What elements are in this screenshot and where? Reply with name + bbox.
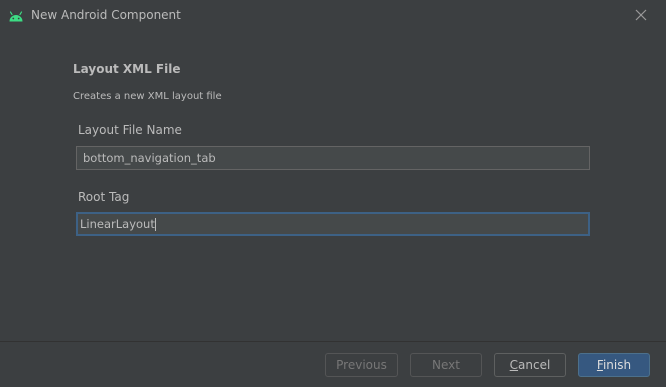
root-tag-value: LinearLayout [80, 217, 155, 231]
layout-file-name-input[interactable]: bottom_navigation_tab [76, 146, 590, 170]
dialog-footer: Previous Next Cancel Finish [0, 341, 666, 387]
window-title: New Android Component [31, 8, 181, 22]
cancel-button[interactable]: Cancel [494, 353, 566, 377]
text-caret [154, 218, 156, 231]
layout-file-name-value: bottom_navigation_tab [83, 151, 216, 165]
dialog-window: New Android Component Layout XML File Cr… [0, 0, 666, 387]
root-tag-label: Root Tag [78, 190, 130, 204]
next-button[interactable]: Next [410, 353, 482, 377]
page-description: Creates a new XML layout file [73, 91, 222, 102]
cancel-mnemonic: C [509, 358, 519, 372]
android-icon [8, 8, 24, 22]
layout-file-name-label: Layout File Name [78, 123, 182, 137]
finish-button[interactable]: Finish [578, 353, 650, 377]
finish-label: inish [602, 358, 632, 372]
root-tag-input[interactable]: LinearLayout [76, 212, 590, 236]
title-bar: New Android Component [0, 0, 666, 31]
close-icon[interactable] [632, 6, 650, 24]
previous-button[interactable]: Previous [325, 353, 398, 377]
cancel-label: ancel [518, 358, 551, 372]
page-heading: Layout XML File [73, 62, 181, 76]
